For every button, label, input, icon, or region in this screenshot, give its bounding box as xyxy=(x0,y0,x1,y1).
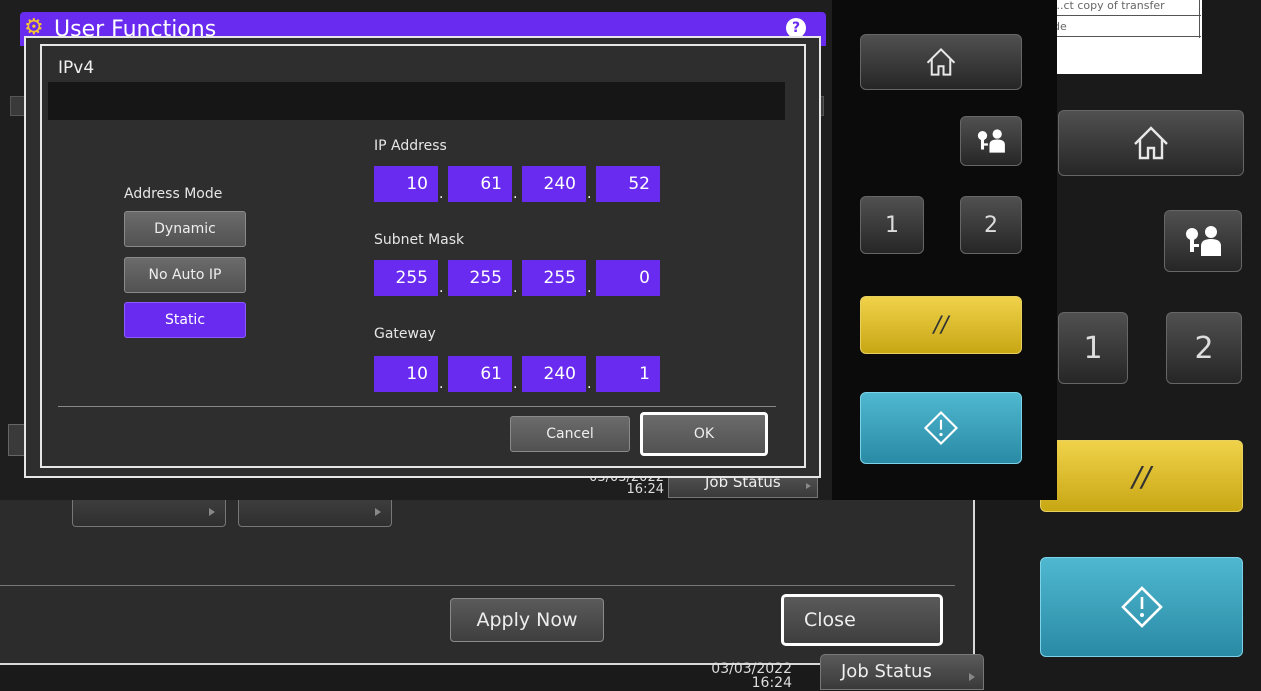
start-key[interactable] xyxy=(860,392,1022,464)
subnet-mask-label: Subnet Mask xyxy=(374,232,465,248)
background-home-key[interactable] xyxy=(1058,110,1244,176)
dialog-title: IPv4 xyxy=(58,58,95,78)
subnet-octet-3[interactable]: 255 xyxy=(522,260,586,296)
divider xyxy=(0,585,955,586)
mode-static-button[interactable]: Static xyxy=(124,302,246,338)
subnet-octet-1[interactable]: 255 xyxy=(374,260,438,296)
login-key[interactable] xyxy=(960,116,1022,166)
background-document-preview: ...ct copy of transfer de xyxy=(1040,0,1202,74)
user-login-icon xyxy=(1186,226,1221,256)
mode-dynamic-button[interactable]: Dynamic xyxy=(124,211,246,247)
gateway-octet-1[interactable]: 10 xyxy=(374,356,438,392)
background-login-key[interactable] xyxy=(1164,210,1242,272)
cancel-button[interactable]: Cancel xyxy=(510,416,630,452)
subnet-octet-4[interactable]: 0 xyxy=(596,260,660,296)
ip-octet-1[interactable]: 10 xyxy=(374,166,438,202)
ip-address-label: IP Address xyxy=(374,138,447,154)
ok-button[interactable]: OK xyxy=(640,412,768,456)
ip-octet-2[interactable]: 61 xyxy=(448,166,512,202)
background-job-status-button[interactable]: Job Status xyxy=(820,654,984,690)
start-icon xyxy=(923,410,959,446)
ip-octet-4[interactable]: 52 xyxy=(596,166,660,202)
background-key-2[interactable]: 2 xyxy=(1166,312,1242,384)
address-mode-label: Address Mode xyxy=(124,186,223,202)
background-start-key[interactable] xyxy=(1040,557,1243,657)
gateway-octet-3[interactable]: 240 xyxy=(522,356,586,392)
background-time: 16:24 xyxy=(751,675,792,691)
time: 16:24 xyxy=(626,482,664,497)
mode-no-auto-ip-button[interactable]: No Auto IP xyxy=(124,257,246,293)
background-option-button[interactable] xyxy=(72,498,226,527)
background-clock: 03/03/2022 16:24 xyxy=(688,662,792,691)
dialog-divider xyxy=(58,406,776,407)
background-job-status-label: Job Status xyxy=(841,661,932,682)
gateway-label: Gateway xyxy=(374,326,436,342)
key-2[interactable]: 2 xyxy=(960,196,1022,254)
user-login-icon xyxy=(977,129,1005,153)
subnet-octet-2[interactable]: 255 xyxy=(448,260,512,296)
ip-octet-3[interactable]: 240 xyxy=(522,166,586,202)
clear-key[interactable]: // xyxy=(860,296,1022,354)
home-key[interactable] xyxy=(860,34,1022,90)
close-button[interactable]: Close xyxy=(781,594,943,646)
gateway-octet-2[interactable]: 61 xyxy=(448,356,512,392)
document-row-1: ...ct copy of transfer xyxy=(1053,0,1165,12)
background-option-button[interactable] xyxy=(238,498,392,527)
home-icon xyxy=(926,47,956,76)
gateway-octet-4[interactable]: 1 xyxy=(596,356,660,392)
help-icon[interactable]: ? xyxy=(786,18,806,38)
background-clear-key[interactable]: // xyxy=(1040,440,1243,512)
start-icon xyxy=(1120,586,1163,628)
document-row-2: de xyxy=(1053,20,1067,33)
apply-now-button[interactable]: Apply Now xyxy=(450,598,604,642)
background-key-1[interactable]: 1 xyxy=(1058,312,1128,384)
home-icon xyxy=(1134,126,1168,160)
key-1[interactable]: 1 xyxy=(860,196,924,254)
dialog-message-bar xyxy=(48,82,785,120)
